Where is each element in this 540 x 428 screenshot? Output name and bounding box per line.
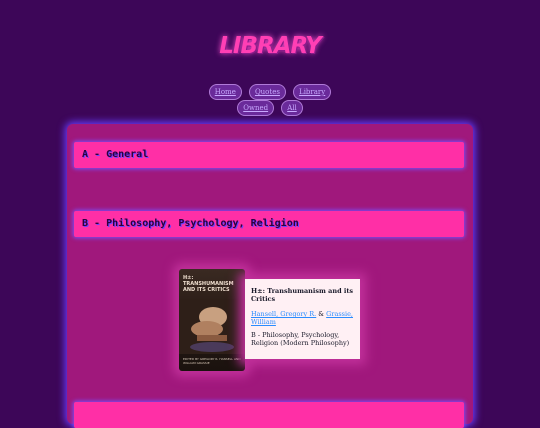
site-title: LIBRARY <box>219 33 322 59</box>
nav-row-2: Owned All <box>0 95 540 116</box>
nav-all-button[interactable]: All <box>281 100 303 116</box>
cover-authors: EDITED BY GREGORY R. HANSELL AND WILLIAM… <box>183 357 241 365</box>
section-header-next <box>74 402 464 428</box>
book-title: H±: Transhumanism and its Critics <box>251 287 354 303</box>
cover-art-image <box>179 299 245 354</box>
book-authors: Hansell, Gregory R. & Grassie, William <box>251 310 354 326</box>
book-category: B - Philosophy, Psychology, Religion (Mo… <box>251 331 350 347</box>
author-separator: & <box>316 310 327 318</box>
library-panel: A - General B - Philosophy, Psychology, … <box>67 124 473 428</box>
cover-title: H±: TRANSHUMANISM AND ITS CRITICS <box>183 275 234 293</box>
section-header-b: B - Philosophy, Psychology, Religion <box>74 211 464 237</box>
book-card[interactable]: H±: TRANSHUMANISM AND ITS CRITICS EDITED… <box>179 269 361 371</box>
book-cover[interactable]: H±: TRANSHUMANISM AND ITS CRITICS EDITED… <box>179 269 245 371</box>
author-link-hansell[interactable]: Hansell, Gregory R. <box>251 310 316 318</box>
section-header-a: A - General <box>74 142 464 168</box>
nav-owned-button[interactable]: Owned <box>237 100 275 116</box>
book-info: H±: Transhumanism and its Critics Hansel… <box>245 279 360 359</box>
